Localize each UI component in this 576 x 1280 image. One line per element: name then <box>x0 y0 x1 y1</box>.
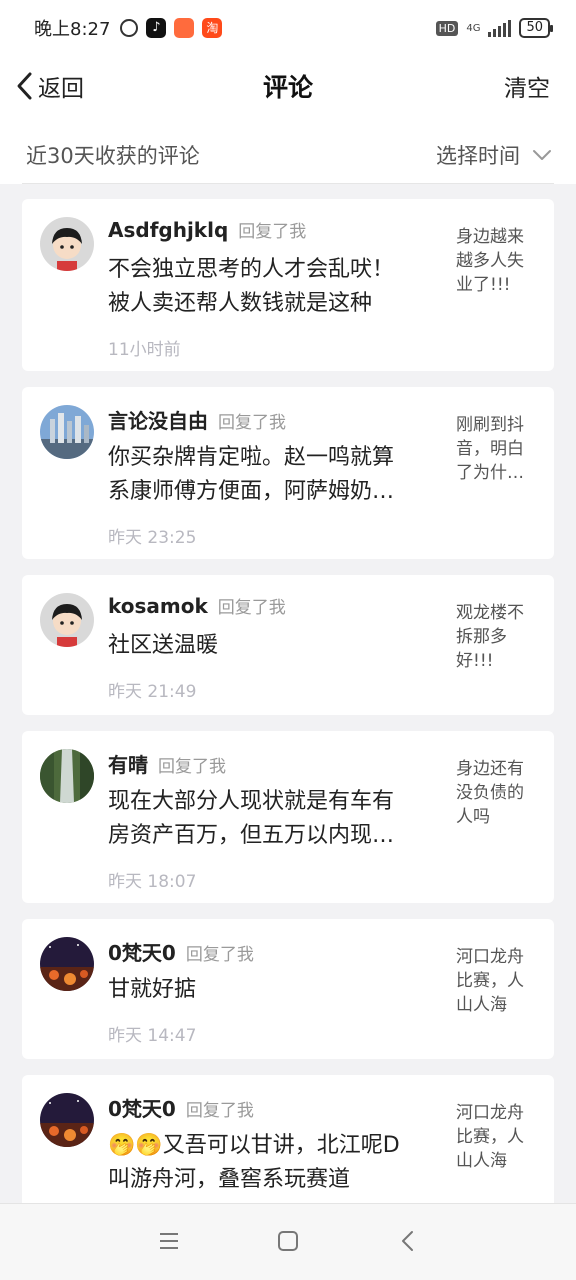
status-bar: 晚上8:27 ♪ 淘 HD 4G 50 <box>0 0 576 56</box>
original-post-snippet[interactable]: 身边还有没负债的人吗 <box>456 757 536 829</box>
comment-list: Asdfghjklq 回复了我 不会独立思考的人才会乱吠！ 被人卖还帮人数钱就是… <box>22 199 554 1263</box>
username[interactable]: Asdfghjklq <box>108 218 228 242</box>
comment-header: kosamok 回复了我 <box>108 593 286 618</box>
filter-bar: 近30天收获的评论 选择时间 <box>0 118 576 184</box>
comment-card[interactable]: kosamok 回复了我 社区送温暖 昨天 21:49 观龙楼不拆那多好!!! <box>22 575 554 715</box>
comment-line: 不会独立思考的人才会乱吠！ <box>108 257 395 282</box>
reply-label: 回复了我 <box>218 413 286 433</box>
reply-label: 回复了我 <box>185 945 254 965</box>
comment-text: 社区送温暖 <box>108 629 438 663</box>
comment-line: 甘就好掂 <box>108 977 197 1002</box>
username[interactable]: kosamok <box>108 594 208 618</box>
time-select-label: 选择时间 <box>436 144 520 168</box>
comment-line: 房资产百万，但五万以内现… <box>108 823 395 848</box>
comment-time: 11小时前 <box>108 340 181 360</box>
hd-badge: HD <box>435 20 459 36</box>
comment-header: 有晴 回复了我 <box>108 749 226 778</box>
filter-label: 近30天收获的评论 <box>26 144 200 168</box>
time-select[interactable]: 选择时间 <box>436 140 552 170</box>
username[interactable]: 0梵天0 <box>108 1093 176 1122</box>
comment-line: 你买杂牌肯定啦。赵一鸣就算 <box>108 445 395 470</box>
comment-text: 你买杂牌肯定啦。赵一鸣就算 系康师傅方便面，阿萨姆奶… <box>108 441 438 509</box>
original-post-snippet[interactable]: 身边越来越多人失业了!!! <box>456 225 536 297</box>
clear-button[interactable]: 清空 <box>504 69 550 103</box>
username[interactable]: 言论没自由 <box>108 405 208 434</box>
reply-label: 回复了我 <box>217 598 286 618</box>
nav-back-icon[interactable] <box>400 1230 416 1256</box>
comment-card[interactable]: Asdfghjklq 回复了我 不会独立思考的人才会乱吠！ 被人卖还帮人数钱就是… <box>22 199 554 371</box>
battery-level: 50 <box>526 20 543 35</box>
comment-header: 0梵天0 回复了我 <box>108 1093 254 1122</box>
comment-card[interactable]: 有晴 回复了我 现在大部分人现状就是有车有 房资产百万，但五万以内现… 昨天 1… <box>22 731 554 903</box>
comment-line: 叫游舟河，叠窖系玩赛道 <box>108 1167 351 1192</box>
chevron-down-icon <box>533 150 551 160</box>
comment-text: 不会独立思考的人才会乱吠！ 被人卖还帮人数钱就是这种 <box>108 253 438 321</box>
filter-divider <box>22 183 554 184</box>
home-icon[interactable] <box>277 1230 299 1256</box>
comment-text: 现在大部分人现状就是有车有 房资产百万，但五万以内现… <box>108 785 438 853</box>
status-time: 晚上8:27 <box>34 19 111 40</box>
comment-line: 🤭🤭又吾可以甘讲，北江呢D <box>108 1133 400 1158</box>
nav-bar: 返回 评论 清空 <box>0 56 576 118</box>
comment-line: 系康师傅方便面，阿萨姆奶… <box>108 479 395 504</box>
avatar[interactable] <box>40 937 94 991</box>
status-right: HD 4G 50 <box>435 18 553 38</box>
original-post-snippet[interactable]: 刚刷到抖音，明白了为什… <box>456 413 536 485</box>
comment-card[interactable]: 言论没自由 回复了我 你买杂牌肯定啦。赵一鸣就算 系康师傅方便面，阿萨姆奶… 昨… <box>22 387 554 559</box>
alarm-icon <box>120 19 139 37</box>
comment-line: 现在大部分人现状就是有车有 <box>108 789 395 814</box>
reply-label: 回复了我 <box>185 1101 254 1121</box>
tiktok-icon: ♪ <box>146 18 167 38</box>
comment-line: 社区送温暖 <box>108 633 219 658</box>
username[interactable]: 有晴 <box>108 749 148 778</box>
reply-label: 回复了我 <box>158 757 226 777</box>
avatar[interactable] <box>40 217 94 271</box>
avatar[interactable] <box>40 405 94 459</box>
comment-time: 昨天 23:25 <box>108 528 197 548</box>
comment-time: 昨天 21:49 <box>108 682 197 702</box>
avatar[interactable] <box>40 593 94 647</box>
system-nav-bar <box>0 1203 576 1280</box>
network-type: 4G <box>466 22 481 34</box>
avatar[interactable] <box>40 749 94 803</box>
comment-time: 昨天 14:47 <box>108 1026 197 1046</box>
status-notification-icons: ♪ 淘 <box>120 18 223 38</box>
original-post-snippet[interactable]: 河口龙舟比赛，人山人海 <box>456 945 536 1017</box>
comment-line: 被人卖还帮人数钱就是这种 <box>108 291 373 316</box>
avatar[interactable] <box>40 1093 94 1147</box>
taobao-icon: 淘 <box>202 18 223 38</box>
page-title: 评论 <box>262 73 313 102</box>
original-post-snippet[interactable]: 河口龙舟比赛，人山人海 <box>456 1101 536 1173</box>
username[interactable]: 0梵天0 <box>108 937 176 966</box>
menu-icon[interactable] <box>158 1230 180 1256</box>
comment-text: 🤭🤭又吾可以甘讲，北江呢D 叫游舟河，叠窖系玩赛道 <box>108 1129 438 1197</box>
original-post-snippet[interactable]: 观龙楼不拆那多好!!! <box>456 601 536 673</box>
battery-icon: 50 <box>519 18 553 38</box>
signal-icon <box>488 19 512 37</box>
comment-time: 昨天 18:07 <box>108 872 197 892</box>
comment-text: 甘就好掂 <box>108 973 438 1007</box>
comment-header: 言论没自由 回复了我 <box>108 405 286 434</box>
mi-store-icon <box>174 18 195 38</box>
comment-card[interactable]: 0梵天0 回复了我 甘就好掂 昨天 14:47 河口龙舟比赛，人山人海 <box>22 919 554 1059</box>
comment-header: 0梵天0 回复了我 <box>108 937 254 966</box>
comment-header: Asdfghjklq 回复了我 <box>108 217 306 242</box>
reply-label: 回复了我 <box>238 222 307 242</box>
